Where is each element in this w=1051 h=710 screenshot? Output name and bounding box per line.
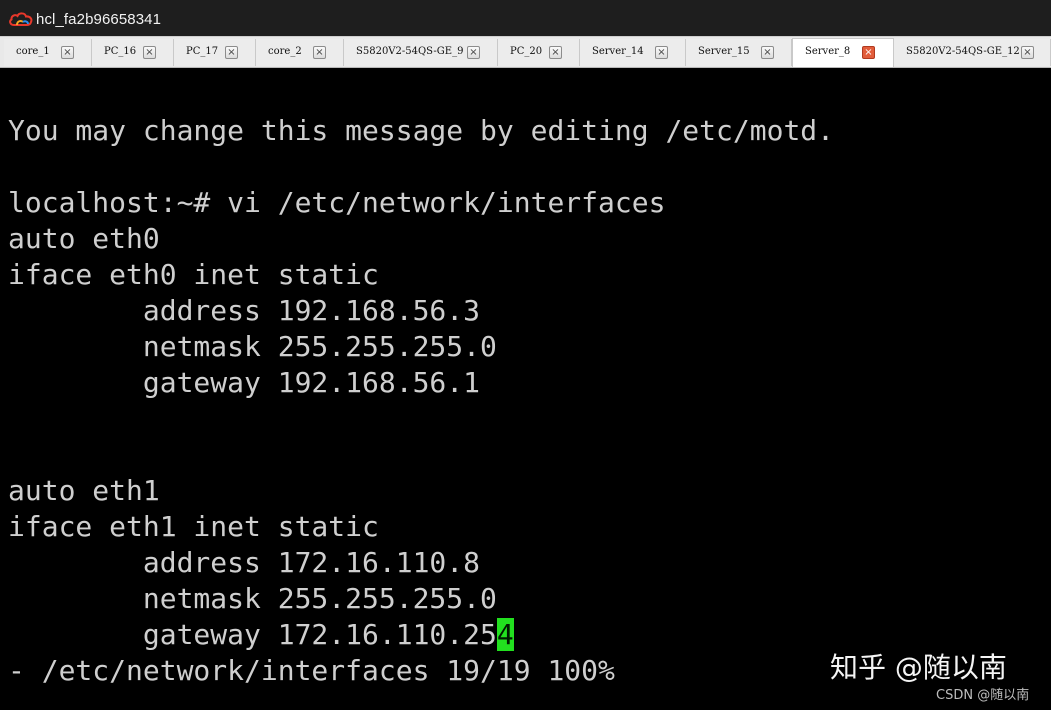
terminal-line: address 192.168.56.3 [8,294,481,327]
text-cursor: 4 [496,618,514,651]
tab-bar: core_1 × PC_16 × PC_17 × core_2 × S5820V… [0,36,1051,68]
terminal-line: address 172.16.110.8 [8,546,481,579]
tab-core-1[interactable]: core_1 × [4,39,92,66]
vi-status-line: - /etc/network/interfaces 19/19 100% [8,654,615,687]
tab-s5820v2-54qs-ge-9[interactable]: S5820V2-54QS-GE_9 × [344,39,498,66]
tab-label: Server_8 [805,46,851,57]
close-icon[interactable]: × [655,46,668,59]
tab-label: PC_20 [510,46,543,57]
close-icon[interactable]: × [225,46,238,59]
tab-core-2[interactable]: core_2 × [256,39,344,66]
terminal-line-text: gateway 172.16.110.25 [8,618,497,651]
terminal-line-cursor: gateway 172.16.110.254 [8,617,514,653]
terminal-line: You may change this message by editing /… [8,114,835,147]
terminal-window: hcl_fa2b96658341 core_1 × PC_16 × PC_17 … [0,0,1051,710]
tab-label: S5820V2-54QS-GE_9 [356,46,464,57]
cloud-icon [9,12,33,26]
tab-label: Server_14 [592,46,644,57]
terminal-line: auto eth1 [8,474,160,507]
terminal-line: netmask 255.255.255.0 [8,582,497,615]
tab-label: core_1 [16,46,50,57]
tab-label: PC_16 [104,46,137,57]
watermark-zhihu: 知乎 @随以南 [830,651,1007,684]
title-bar: hcl_fa2b96658341 [0,0,1051,36]
tab-server-8[interactable]: Server_8 × [792,38,894,67]
close-icon[interactable]: × [61,46,74,59]
terminal-output[interactable]: You may change this message by editing /… [0,68,1051,710]
close-icon[interactable]: × [549,46,562,59]
close-icon[interactable]: × [467,46,480,59]
tab-server-14[interactable]: Server_14 × [580,39,686,66]
tab-label: PC_17 [186,46,219,57]
terminal-line: netmask 255.255.255.0 [8,330,497,363]
terminal-line: auto eth0 [8,222,160,255]
terminal-line: gateway 192.168.56.1 [8,366,481,399]
tab-s5820v2-54qs-ge-12[interactable]: S5820V2-54QS-GE_12 × [894,39,1051,66]
tab-label: core_2 [268,46,302,57]
close-icon[interactable]: × [143,46,156,59]
tab-label: Server_15 [698,46,750,57]
window-title: hcl_fa2b96658341 [36,11,162,28]
tab-pc-16[interactable]: PC_16 × [92,39,174,66]
terminal-line: iface eth1 inet static [8,510,379,543]
close-icon[interactable]: × [1021,46,1034,59]
tab-label: S5820V2-54QS-GE_12 [906,46,1020,57]
close-icon[interactable]: × [862,46,875,59]
tab-pc-17[interactable]: PC_17 × [174,39,256,66]
close-icon[interactable]: × [313,46,326,59]
terminal-line: localhost:~# vi /etc/network/interfaces [8,186,666,219]
terminal-line: iface eth0 inet static [8,258,379,291]
close-icon[interactable]: × [761,46,774,59]
tab-server-15[interactable]: Server_15 × [686,39,792,66]
watermark-csdn: CSDN @随以南 [936,688,1030,703]
tab-pc-20[interactable]: PC_20 × [498,39,580,66]
